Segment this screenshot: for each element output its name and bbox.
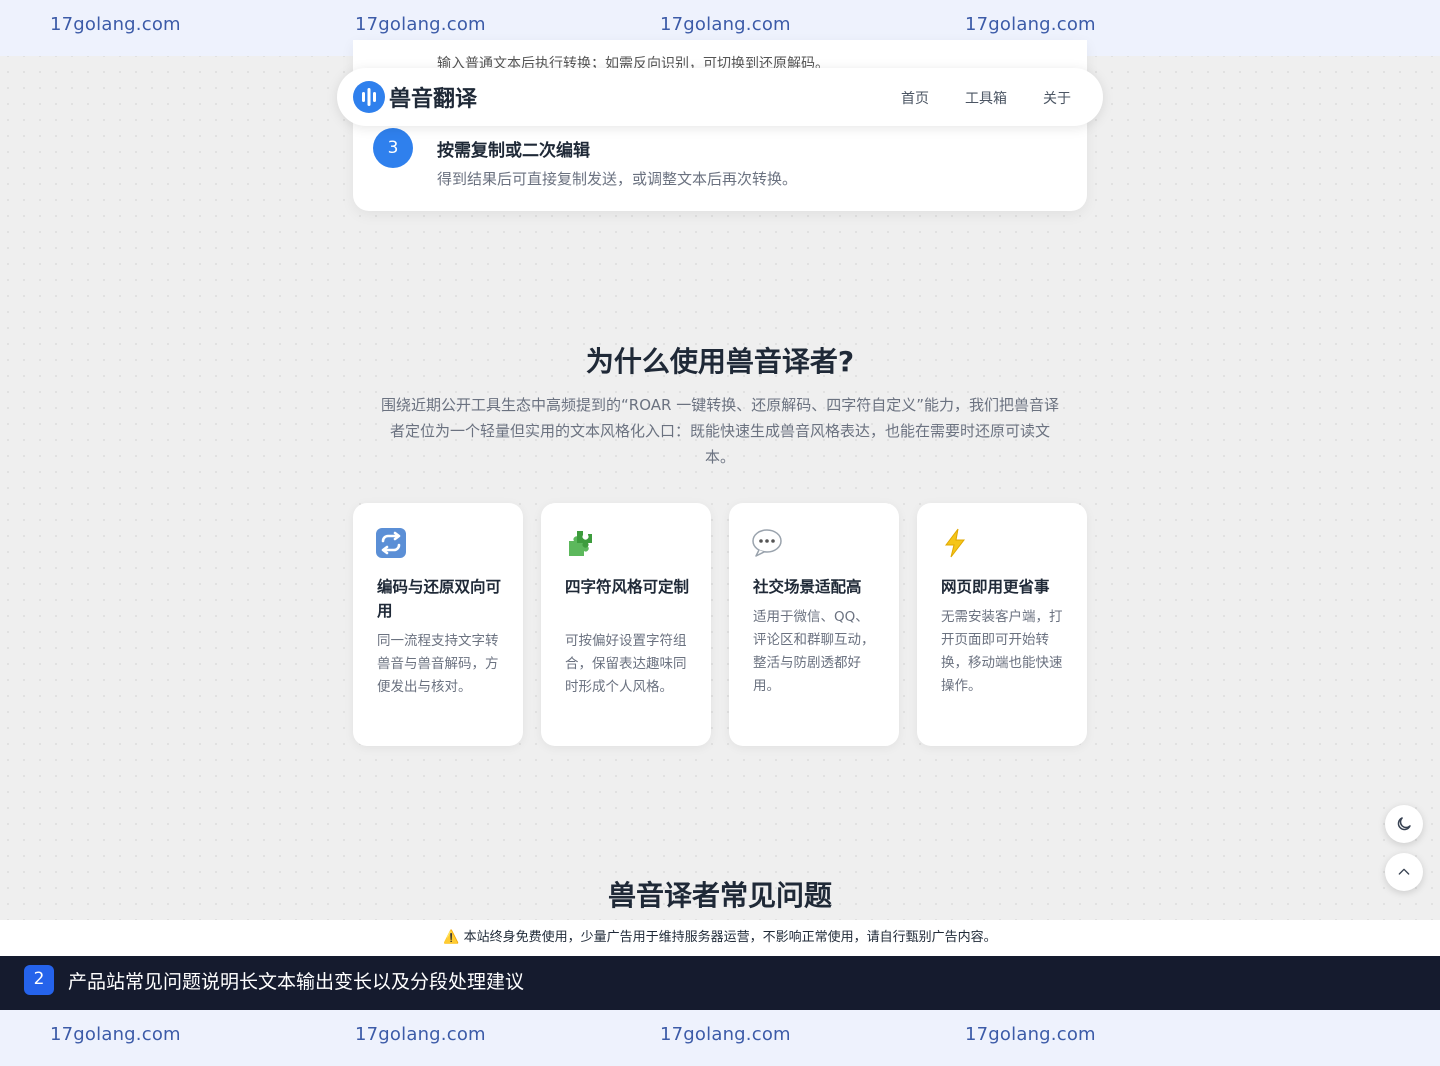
- watermark-text: 17golang.com: [965, 1024, 1096, 1045]
- feature-desc: 无需安装客户端，打开页面即可开始转换，移动端也能快速操作。: [941, 609, 1063, 694]
- lightning-icon: [945, 528, 966, 558]
- caption-bar: 2 产品站常见问题说明长文本输出变长以及分段处理建议: [0, 956, 1440, 1010]
- feature-card: 网页即用更省事 无需安装客户端，打开页面即可开始转换，移动端也能快速操作。: [917, 503, 1087, 746]
- warning-icon: ⚠️: [443, 930, 460, 945]
- logo-sound-icon[interactable]: [353, 81, 385, 113]
- feature-desc: 可按偏好设置字符组合，保留表达趣味同时形成个人风格。: [565, 633, 687, 695]
- watermark-text: 17golang.com: [660, 14, 791, 35]
- watermark-text: 17golang.com: [965, 14, 1096, 35]
- feature-title: 网页即用更省事: [941, 578, 1050, 596]
- feature-card: 社交场景适配高 适用于微信、QQ、评论区和群聊互动，整活与防剧透都好用。: [729, 503, 899, 746]
- puzzle-icon: [569, 531, 592, 556]
- speech-bubble-icon: [752, 529, 782, 557]
- watermark-text: 17golang.com: [50, 14, 181, 35]
- feature-title: 编码与还原双向可用: [377, 578, 502, 620]
- caption-text: 产品站常见问题说明长文本输出变长以及分段处理建议: [68, 971, 525, 993]
- ad-notice-text: 本站终身免费使用，少量广告用于维持服务器运营，不影响正常使用，请自行甄别广告内容…: [463, 930, 997, 945]
- back-to-top-button[interactable]: [1385, 853, 1423, 891]
- feature-title: 社交场景适配高: [753, 578, 862, 596]
- dark-mode-toggle-button[interactable]: [1385, 805, 1423, 843]
- nav-link-toolbox[interactable]: 工具箱: [965, 88, 1007, 108]
- chevron-up-icon: [1398, 868, 1410, 875]
- nav-link-home[interactable]: 首页: [901, 88, 929, 108]
- ad-notice-bar: ⚠️ 本站终身免费使用，少量广告用于维持服务器运营，不影响正常使用，请自行甄别广…: [0, 920, 1440, 956]
- moon-icon: [1397, 817, 1411, 831]
- watermark-text: 17golang.com: [355, 14, 486, 35]
- watermark-text: 17golang.com: [355, 1024, 486, 1045]
- why-section-title: 为什么使用兽音译者?: [585, 345, 855, 378]
- watermark-text: 17golang.com: [660, 1024, 791, 1045]
- feature-title: 四字符风格可定制: [565, 578, 690, 596]
- top-navbar: 兽音翻译 首页 工具箱 关于: [337, 68, 1103, 126]
- nav-link-about[interactable]: 关于: [1043, 88, 1071, 108]
- step-3-number: 3: [373, 128, 413, 168]
- watermark-bar-bottom: 17golang.com 17golang.com 17golang.com 1…: [0, 1010, 1440, 1066]
- step-3-desc: 得到结果后可直接复制发送，或调整文本后再次转换。: [437, 170, 798, 188]
- feature-card: 编码与还原双向可用 同一流程支持文字转兽音与兽音解码，方便发出与核对。: [353, 503, 523, 746]
- faq-section-title: 兽音译者常见问题: [607, 879, 832, 912]
- feature-desc: 适用于微信、QQ、评论区和群聊互动，整活与防剧透都好用。: [753, 609, 875, 694]
- feature-desc: 同一流程支持文字转兽音与兽音解码，方便发出与核对。: [377, 633, 499, 695]
- caption-number-badge: 2: [24, 965, 54, 995]
- feature-card: 四字符风格可定制 可按偏好设置字符组合，保留表达趣味同时形成个人风格。: [541, 503, 711, 746]
- logo-text[interactable]: 兽音翻译: [389, 81, 477, 113]
- why-section-desc: 围绕近期公开工具生态中高频提到的“ROAR 一键转换、还原解码、四字符自定义”能…: [381, 396, 1059, 466]
- watermark-text: 17golang.com: [50, 1024, 181, 1045]
- step-3-title: 按需复制或二次编辑: [437, 141, 590, 161]
- repeat-icon: [376, 528, 406, 558]
